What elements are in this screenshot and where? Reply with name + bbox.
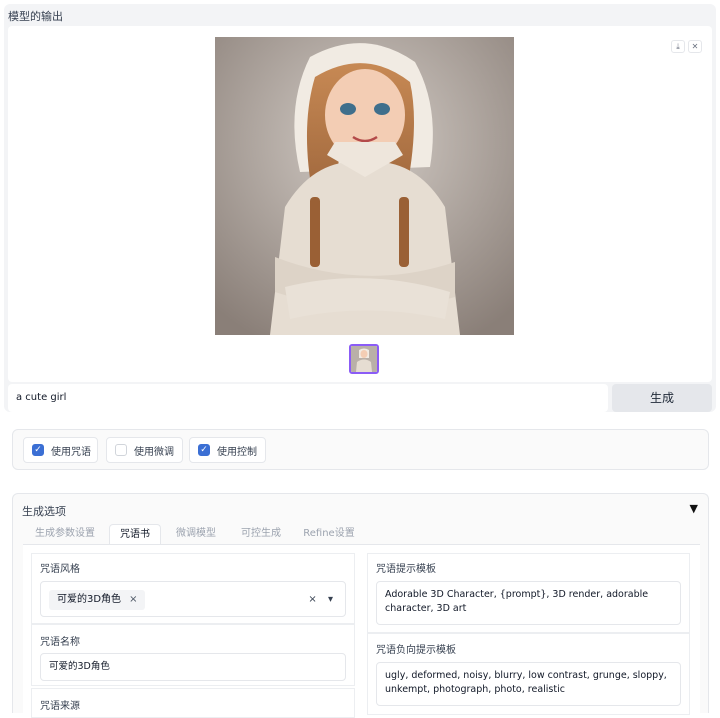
thumbnail-image: [351, 346, 377, 372]
prompt-template-field: 咒语提示模板 Adorable 3D Character, {prompt}, …: [367, 553, 690, 633]
girl-character-image: [215, 37, 514, 335]
close-icon[interactable]: ✕: [688, 40, 702, 53]
model-output-panel: 模型的输出 ⤓ ✕ a cute girl 生成: [4, 4, 716, 412]
spell-style-field: 咒语风格 可爱的3D角色 × × ▾: [31, 553, 355, 624]
checkbox-checked-icon: ✓: [198, 444, 210, 456]
spell-book-panel: 咒语风格 可爱的3D角色 × × ▾ 咒语名称 可爱的3D角色 咒语来源 咒语提示…: [23, 544, 700, 718]
tab-controlled-generation[interactable]: 可控生成: [229, 524, 293, 544]
use-spell-checkbox[interactable]: ✓ 使用咒语: [23, 437, 98, 463]
spell-style-chip: 可爱的3D角色 ×: [49, 590, 146, 610]
use-control-checkbox[interactable]: ✓ 使用控制: [189, 437, 266, 463]
chevron-down-icon[interactable]: ▾: [328, 594, 333, 605]
checkbox-unchecked-icon: [115, 444, 127, 456]
gallery-thumbnail[interactable]: [349, 344, 379, 374]
checkbox-checked-icon: ✓: [32, 444, 44, 456]
feature-toggles: ✓ 使用咒语 使用微调 ✓ 使用控制: [12, 429, 709, 470]
prompt-row: a cute girl 生成: [8, 384, 712, 412]
spell-source-field: 咒语来源: [31, 688, 355, 718]
checkbox-label: 使用控制: [217, 446, 257, 458]
spell-style-label: 咒语风格: [40, 564, 80, 575]
negative-template-field: 咒语负向提示模板 ugly, deformed, noisy, blurry, …: [367, 633, 690, 715]
generate-button[interactable]: 生成: [612, 384, 712, 412]
checkbox-label: 使用微调: [134, 446, 174, 458]
chip-remove-icon[interactable]: ×: [129, 594, 137, 605]
generation-options-accordion: 生成选项 ▼ 生成参数设置 咒语书 微调模型 可控生成 Refine设置 咒语风…: [12, 493, 709, 718]
prompt-input[interactable]: a cute girl: [8, 384, 608, 412]
spell-name-field: 咒语名称 可爱的3D角色: [31, 624, 355, 686]
options-title: 生成选项: [22, 505, 66, 518]
tab-refine-settings[interactable]: Refine设置: [295, 524, 363, 544]
spell-source-label: 咒语来源: [40, 701, 80, 712]
collapse-caret-icon[interactable]: ▼: [690, 502, 698, 515]
output-label: 模型的输出: [8, 10, 63, 23]
clear-icon[interactable]: ×: [308, 594, 316, 605]
negative-template-textarea[interactable]: ugly, deformed, noisy, blurry, low contr…: [376, 662, 681, 706]
spell-name-label: 咒语名称: [40, 637, 80, 648]
negative-template-label: 咒语负向提示模板: [376, 645, 456, 656]
dropdown-controls: × ▾: [308, 593, 333, 607]
image-gallery: ⤓ ✕: [8, 26, 712, 382]
spell-style-dropdown[interactable]: 可爱的3D角色 × × ▾: [40, 581, 346, 617]
tab-generation-params[interactable]: 生成参数设置: [23, 524, 107, 544]
prompt-template-label: 咒语提示模板: [376, 564, 436, 575]
generated-image[interactable]: [215, 37, 514, 335]
download-icon[interactable]: ⤓: [671, 40, 685, 53]
checkbox-label: 使用咒语: [51, 446, 91, 458]
use-finetune-checkbox[interactable]: 使用微调: [106, 437, 183, 463]
prompt-template-textarea[interactable]: Adorable 3D Character, {prompt}, 3D rend…: [376, 581, 681, 625]
chip-label: 可爱的3D角色: [57, 594, 122, 605]
tab-spell-book[interactable]: 咒语书: [109, 524, 161, 544]
spell-name-input[interactable]: 可爱的3D角色: [40, 653, 346, 681]
tab-finetune-model[interactable]: 微调模型: [165, 524, 227, 544]
